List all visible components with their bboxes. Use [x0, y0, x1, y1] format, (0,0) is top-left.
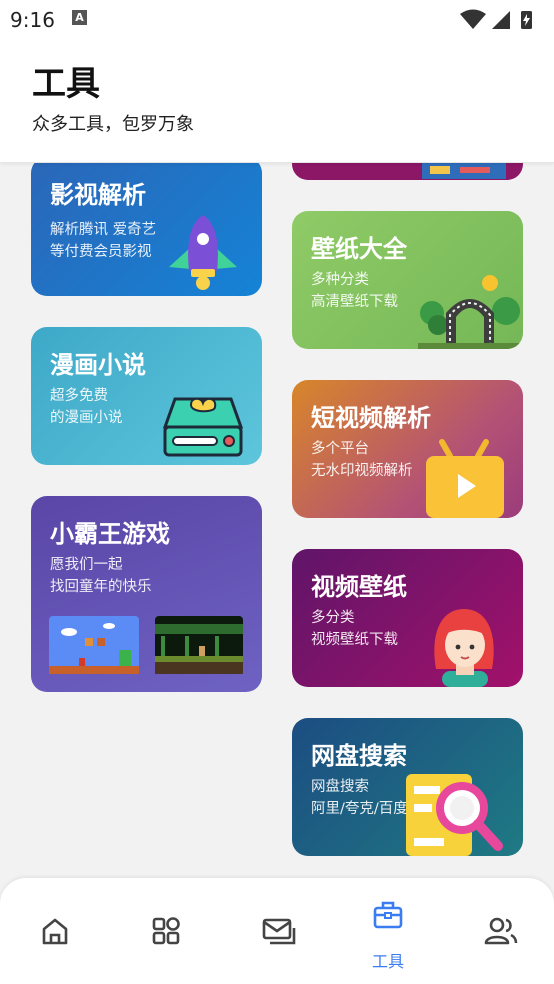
- card-desc-line2: 无水印视频解析: [311, 463, 413, 479]
- card-partial-top[interactable]: [292, 163, 523, 180]
- screen-icon: [422, 163, 506, 179]
- card-duanshi[interactable]: 短视频解析 多个平台 无水印视频解析: [292, 380, 523, 518]
- home-icon: [42, 918, 68, 945]
- status-time: 9:16: [10, 8, 55, 32]
- card-desc-line1: 多分类: [311, 610, 355, 626]
- mail-icon: [262, 918, 296, 945]
- nav-label-tools: 工具: [371, 952, 404, 971]
- mario-screenshot: [49, 616, 139, 674]
- card-desc-line1: 网盘搜索: [311, 779, 369, 795]
- card-desc-line1: 解析腾讯 爱奇艺: [50, 222, 157, 238]
- card-desc-line2: 的漫画小说: [50, 410, 123, 426]
- contra-screenshot: [155, 616, 243, 674]
- card-desc-line1: 愿我们一起: [50, 557, 123, 573]
- card-title: 小霸王游戏: [50, 520, 170, 548]
- signal-icon: [492, 11, 510, 29]
- tv-play-icon: [426, 439, 504, 518]
- a-icon: A: [72, 10, 87, 25]
- nav-item-apps[interactable]: [111, 878, 221, 984]
- girl-avatar-icon: [434, 609, 494, 687]
- drive-icon: [162, 397, 244, 457]
- wifi-icon: [460, 9, 486, 29]
- grid-icon: [152, 917, 180, 945]
- card-bizhi[interactable]: 壁纸大全 多种分类 高清壁纸下载: [292, 211, 523, 349]
- nav-item-home[interactable]: [0, 878, 110, 984]
- card-desc-line2: 高清壁纸下载: [311, 294, 398, 310]
- status-bar: 9:16 A: [0, 0, 554, 38]
- page-title: 工具: [32, 64, 100, 104]
- system-status-icons: [460, 9, 532, 29]
- card-desc-line2: 视频壁纸下载: [311, 632, 398, 648]
- card-desc-line2: 阿里/夸克/百度: [311, 801, 408, 817]
- nav-item-tools[interactable]: 工具: [333, 878, 443, 984]
- users-icon: [484, 917, 518, 945]
- card-title: 短视频解析: [311, 404, 431, 432]
- card-desc-line1: 多种分类: [311, 272, 369, 288]
- card-yingshi[interactable]: 影视解析 解析腾讯 爱奇艺 等付费会员影视: [31, 163, 262, 296]
- card-desc-line1: 超多免费: [50, 388, 108, 404]
- card-desc-line2: 等付费会员影视: [50, 244, 152, 260]
- toolbox-icon: [373, 901, 403, 929]
- page-subtitle: 众多工具，包罗万象: [32, 114, 194, 135]
- card-title: 影视解析: [50, 181, 146, 209]
- card-shipin[interactable]: 视频壁纸 多分类 视频壁纸下载: [292, 549, 523, 687]
- card-wangpan[interactable]: 网盘搜索 网盘搜索 阿里/夸克/百度: [292, 718, 523, 856]
- page-header: 工具 众多工具，包罗万象: [0, 38, 554, 163]
- card-title: 壁纸大全: [311, 235, 407, 263]
- gate-icon: [418, 275, 522, 349]
- nav-item-messages[interactable]: [222, 878, 332, 984]
- bottom-nav: 工具: [0, 878, 554, 984]
- card-desc-line1: 多个平台: [311, 441, 369, 457]
- card-title: 网盘搜索: [311, 742, 407, 770]
- card-xiaobawang[interactable]: 小霸王游戏 愿我们一起 找回童年的快乐: [31, 496, 262, 692]
- rocket-icon: [169, 215, 237, 290]
- card-manhua[interactable]: 漫画小说 超多免费 的漫画小说: [31, 327, 262, 465]
- nav-item-users[interactable]: [444, 878, 554, 984]
- card-desc-line2: 找回童年的快乐: [50, 579, 152, 595]
- tools-grid[interactable]: 影视解析 解析腾讯 爱奇艺 等付费会员影视 壁纸大全 多种分类 高清壁纸下载 漫…: [0, 163, 554, 878]
- card-title: 视频壁纸: [311, 573, 407, 601]
- search-doc-icon: [406, 774, 503, 856]
- card-title: 漫画小说: [50, 351, 146, 379]
